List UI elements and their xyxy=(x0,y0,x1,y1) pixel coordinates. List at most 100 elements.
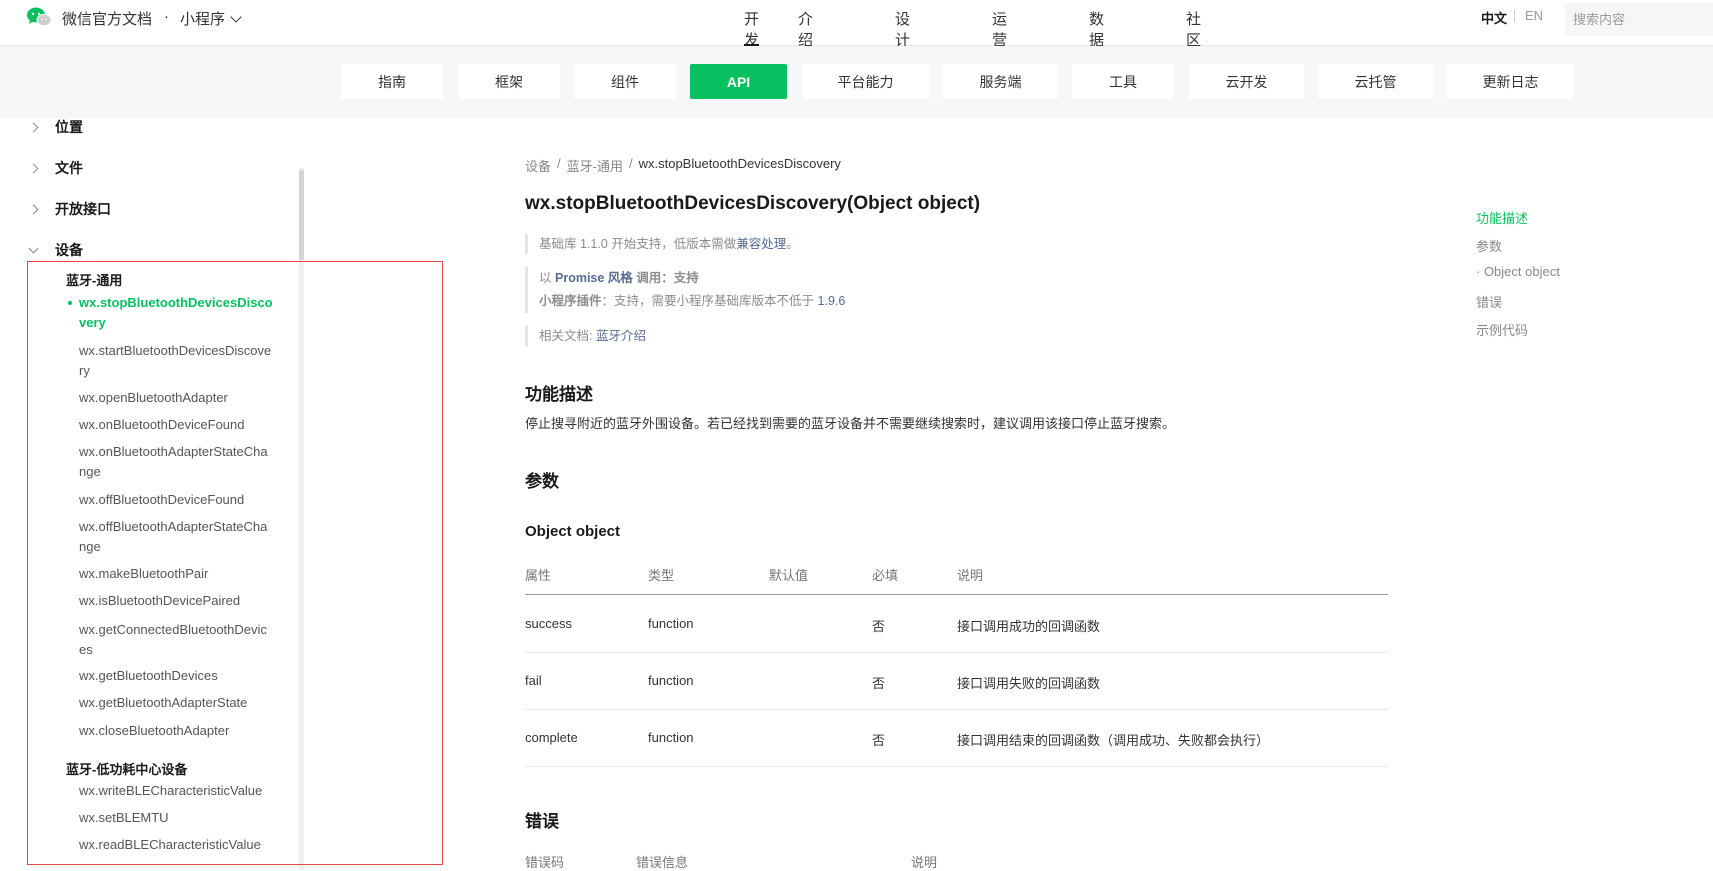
promise-suffix: 调用：支持 xyxy=(636,271,699,285)
param-desc: 接口调用失败的回调函数 xyxy=(957,676,1101,691)
plugin-line: 小程序插件：支持，需要小程序基础库版本不低于 1.9.6 xyxy=(539,290,845,313)
sidebar-item-offBluetoothAdapterStateChange[interactable]: wx.offBluetoothAdapterStateChange xyxy=(79,517,274,557)
wechat-logo-icon xyxy=(27,7,52,27)
sidebar-group-ble-central: 蓝牙-低功耗中心设备 xyxy=(66,762,188,777)
sidebar-item-readBLECharacteristicValue[interactable]: wx.readBLECharacteristicValue xyxy=(79,835,274,855)
tab-server[interactable]: 服务端 xyxy=(943,64,1058,99)
nav-item-intro[interactable]: 介绍 xyxy=(798,8,813,50)
th-error-desc: 说明 xyxy=(911,855,938,870)
product-switcher-label: 小程序 xyxy=(180,11,226,28)
toc-item-example[interactable]: 示例代码 xyxy=(1476,320,1528,339)
sidebar-item-stopBluetoothDevicesDiscovery[interactable]: wx.stopBluetoothDevicesDiscovery xyxy=(79,293,274,333)
chevron-right-icon xyxy=(28,204,39,214)
sidebar-item-onBluetoothDeviceFound[interactable]: wx.onBluetoothDeviceFound xyxy=(79,415,274,435)
sidebar-item-setBLEMTU[interactable]: wx.setBLEMTU xyxy=(79,808,274,828)
sidebar-scrollbar-thumb[interactable] xyxy=(299,170,304,260)
sidebar-item-isBluetoothDevicePaired[interactable]: wx.isBluetoothDevicePaired xyxy=(79,591,274,611)
table-row: fail function 否 接口调用失败的回调函数 xyxy=(525,653,1388,710)
toc-item-errors[interactable]: 错误 xyxy=(1476,292,1502,311)
support-note-text: 基础库 1.1.0 开始支持，低版本需做 xyxy=(539,237,737,251)
tab-cloud-dev[interactable]: 云开发 xyxy=(1189,64,1304,99)
sidebar-item-onBluetoothAdapterStateChange[interactable]: wx.onBluetoothAdapterStateChange xyxy=(79,442,274,482)
tab-changelog[interactable]: 更新日志 xyxy=(1447,64,1574,99)
table-row: complete function 否 接口调用结束的回调函数（调用成功、失败都… xyxy=(525,710,1388,767)
sidebar-item-offBluetoothDeviceFound[interactable]: wx.offBluetoothDeviceFound xyxy=(79,490,274,510)
wechat-logo[interactable] xyxy=(26,6,52,28)
breadcrumb-separator: / xyxy=(557,156,561,171)
nav-item-dev[interactable]: 开发 xyxy=(744,8,760,50)
search-input[interactable] xyxy=(1565,3,1713,36)
sidebar-item-startBluetoothDevicesDiscovery[interactable]: wx.startBluetoothDevicesDiscovery xyxy=(79,341,274,381)
active-item-dot xyxy=(68,301,72,305)
nav-item-community[interactable]: 社区 xyxy=(1186,8,1201,50)
lang-zh-button[interactable]: 中文 xyxy=(1481,8,1507,27)
sidebar-item-openBluetoothAdapter[interactable]: wx.openBluetoothAdapter xyxy=(79,388,274,408)
sidebar-category-device[interactable]: 设备 xyxy=(28,240,83,260)
related-docs: 相关文档: 蓝牙介绍 xyxy=(525,326,646,346)
param-name: success xyxy=(525,616,572,631)
sidebar-item-getConnectedBluetoothDevices[interactable]: wx.getConnectedBluetoothDevices xyxy=(79,620,274,660)
sidebar-category-label: 开放接口 xyxy=(55,201,111,217)
promise-line: 以 Promise 风格 调用：支持 xyxy=(539,267,845,290)
section-title-errors: 错误 xyxy=(525,812,559,831)
sidebar-item-closeBluetoothAdapter[interactable]: wx.closeBluetoothAdapter xyxy=(79,721,274,741)
chevron-down-icon xyxy=(230,10,242,23)
sidebar-item-getBluetoothAdapterState[interactable]: wx.getBluetoothAdapterState xyxy=(79,693,274,713)
sidebar-item-getBluetoothDevices[interactable]: wx.getBluetoothDevices xyxy=(79,666,274,686)
subsection-title-object: Object object xyxy=(525,523,621,540)
plugin-label: 小程序插件 xyxy=(539,294,602,308)
breadcrumb-item[interactable]: 设备 xyxy=(525,156,551,175)
title-separator: · xyxy=(164,8,169,25)
sidebar-item-makeBluetoothPair[interactable]: wx.makeBluetoothPair xyxy=(79,564,274,584)
param-type: function xyxy=(648,616,694,631)
breadcrumb-separator: / xyxy=(628,156,633,171)
site-title[interactable]: 微信官方文档 xyxy=(62,8,152,29)
lang-en-button[interactable]: EN xyxy=(1525,8,1543,23)
chevron-right-icon xyxy=(28,163,39,173)
th-default: 默认值 xyxy=(769,568,809,583)
th-type: 类型 xyxy=(648,568,675,583)
th-property: 属性 xyxy=(525,568,552,583)
product-switcher[interactable]: 小程序 xyxy=(180,8,242,29)
plugin-text: ：支持，需要小程序基础库版本不低于 xyxy=(601,294,815,308)
param-type: function xyxy=(648,730,694,745)
sidebar-category-file[interactable]: 文件 xyxy=(28,158,83,178)
sidebar-group-bluetooth-common: 蓝牙-通用 xyxy=(66,273,123,288)
top-header: 微信官方文档 · 小程序 开发 介绍 设计 运营 数据 社区 中文 EN xyxy=(0,0,1713,49)
chevron-down-icon xyxy=(28,243,39,253)
sidebar-category-label: 设备 xyxy=(55,242,83,258)
nav-item-data[interactable]: 数据 xyxy=(1089,8,1104,50)
sub-nav: 指南 框架 组件 API 平台能力 服务端 工具 云开发 云托管 更新日志 xyxy=(0,46,1713,118)
promise-style-link[interactable]: Promise 风格 xyxy=(555,271,633,285)
sidebar-scrollbar-track[interactable] xyxy=(299,168,304,870)
plugin-version[interactable]: 1.9.6 xyxy=(818,294,846,308)
tab-platform[interactable]: 平台能力 xyxy=(802,64,929,99)
toc-item-params[interactable]: 参数 xyxy=(1476,236,1502,255)
compat-link[interactable]: 兼容处理 xyxy=(736,237,786,251)
bluetooth-intro-link[interactable]: 蓝牙介绍 xyxy=(596,329,646,343)
sidebar-item-writeBLECharacteristicValue[interactable]: wx.writeBLECharacteristicValue xyxy=(79,781,274,801)
tab-cloud-host[interactable]: 云托管 xyxy=(1318,64,1433,99)
breadcrumb-current: wx.stopBluetoothDevicesDiscovery xyxy=(638,156,841,171)
nav-item-operate[interactable]: 运营 xyxy=(992,8,1007,50)
param-desc: 接口调用结束的回调函数（调用成功、失败都会执行） xyxy=(957,733,1270,748)
breadcrumb: 设备 / 蓝牙-通用 / wx.stopBluetoothDevicesDisc… xyxy=(525,156,841,175)
tab-guide[interactable]: 指南 xyxy=(341,64,443,99)
support-note-suffix: 。 xyxy=(786,237,799,251)
th-error-code: 错误码 xyxy=(525,855,565,870)
sidebar-category-location[interactable]: 位置 xyxy=(28,117,83,137)
sidebar-category-open-api[interactable]: 开放接口 xyxy=(28,199,111,219)
lang-divider xyxy=(1514,10,1515,22)
tab-component[interactable]: 组件 xyxy=(574,64,676,99)
tab-api[interactable]: API xyxy=(690,64,787,99)
param-required: 否 xyxy=(872,733,886,748)
support-note: 基础库 1.1.0 开始支持，低版本需做兼容处理。 xyxy=(525,234,799,254)
nav-item-design[interactable]: 设计 xyxy=(895,8,910,50)
toc-item-object[interactable]: · Object object xyxy=(1476,264,1560,279)
breadcrumb-item[interactable]: 蓝牙-通用 xyxy=(567,156,623,175)
param-required: 否 xyxy=(872,619,886,634)
tab-tools[interactable]: 工具 xyxy=(1072,64,1174,99)
th-desc: 说明 xyxy=(957,568,984,583)
toc-item-description[interactable]: 功能描述 xyxy=(1476,208,1528,227)
tab-framework[interactable]: 框架 xyxy=(458,64,560,99)
